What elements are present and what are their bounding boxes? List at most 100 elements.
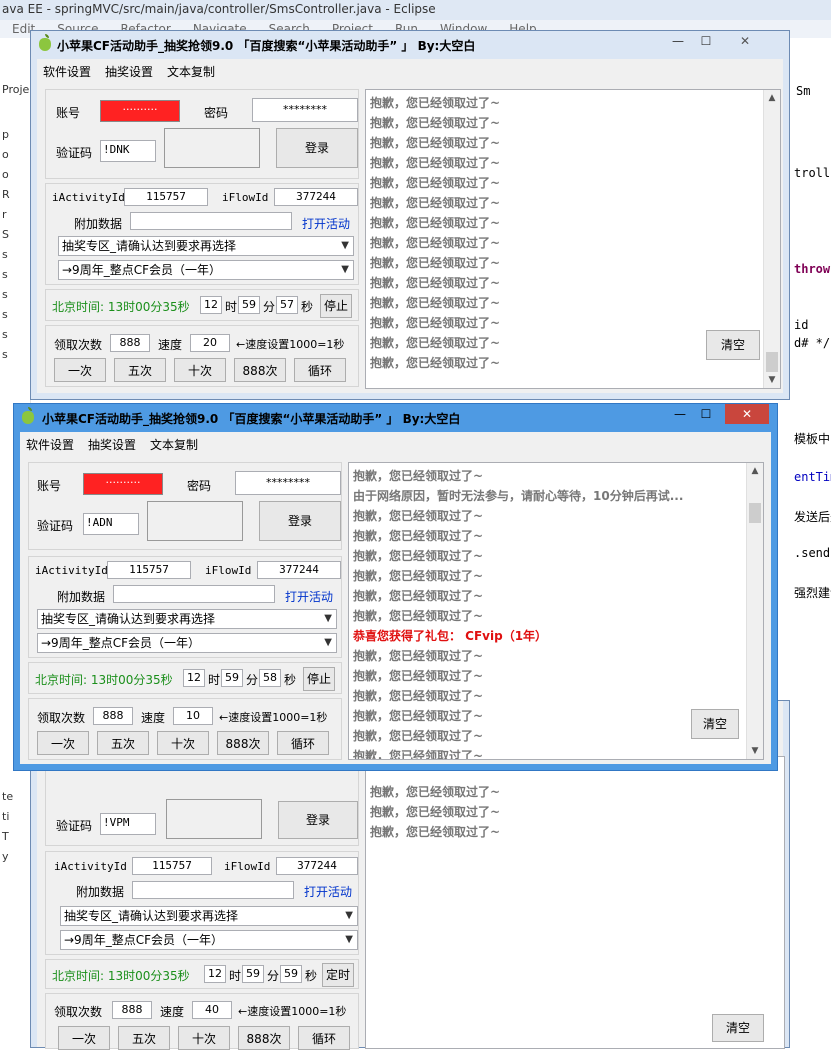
tree-item[interactable]: s: [2, 328, 8, 341]
timer-hour-input[interactable]: 12: [200, 296, 222, 314]
menu-lottery-settings[interactable]: 抽奖设置: [105, 63, 153, 80]
clear-button[interactable]: 清空: [712, 1014, 764, 1042]
tree-item[interactable]: R: [2, 188, 10, 201]
once-button[interactable]: 一次: [58, 1026, 110, 1050]
tree-item[interactable]: te: [2, 790, 13, 803]
speed-input[interactable]: 40: [192, 1001, 232, 1019]
clear-button[interactable]: 清空: [706, 330, 760, 360]
extra-data-input[interactable]: [130, 212, 292, 230]
prize-select[interactable]: →9周年_整点CF会员（一年） ▼: [58, 260, 354, 280]
extra-data-input[interactable]: [132, 881, 294, 899]
tree-item[interactable]: y: [2, 850, 9, 863]
tree-item[interactable]: S: [2, 228, 9, 241]
activity-id-input[interactable]: 115757: [132, 857, 212, 875]
minimize-button[interactable]: —: [665, 31, 691, 51]
once-button[interactable]: 一次: [37, 731, 89, 755]
activity-id-input[interactable]: 115757: [124, 188, 208, 206]
password-input[interactable]: ********: [252, 98, 358, 122]
login-button[interactable]: 登录: [259, 501, 341, 541]
area-select[interactable]: 抽奖专区_请确认达到要求再选择 ▼: [37, 609, 337, 629]
888-times-button[interactable]: 888次: [238, 1026, 290, 1050]
timer-hour-input[interactable]: 12: [204, 965, 226, 983]
close-button[interactable]: ✕: [725, 404, 769, 424]
captcha-input[interactable]: !DNK: [100, 140, 156, 162]
scroll-thumb[interactable]: [766, 352, 778, 372]
prize-select[interactable]: →9周年_整点CF会员（一年） ▼: [60, 930, 358, 950]
password-input[interactable]: ********: [235, 471, 341, 495]
maximize-button[interactable]: ☐: [693, 404, 719, 424]
timer-minute-input[interactable]: 59: [221, 669, 243, 687]
tree-item[interactable]: s: [2, 288, 8, 301]
scroll-down-icon[interactable]: ▼: [747, 743, 763, 759]
flow-id-input[interactable]: 377244: [257, 561, 341, 579]
menu-lottery-settings[interactable]: 抽奖设置: [88, 436, 136, 453]
menu-copy-text[interactable]: 文本复制: [167, 63, 215, 80]
menu-software-settings[interactable]: 软件设置: [26, 436, 74, 453]
message-log[interactable]: 抱歉，您已经领取过了~ 由于网络原因，暂时无法参与，请耐心等待，10分钟后再试.…: [348, 462, 764, 760]
tree-item[interactable]: T: [2, 830, 9, 843]
timer-minute-input[interactable]: 59: [242, 965, 264, 983]
maximize-button[interactable]: ☐: [693, 31, 719, 51]
tree-item[interactable]: p: [2, 128, 9, 141]
account-input[interactable]: ··········: [83, 473, 163, 495]
close-button[interactable]: ✕: [723, 31, 767, 51]
count-input[interactable]: 888: [112, 1001, 152, 1019]
menu-software-settings[interactable]: 软件设置: [43, 63, 91, 80]
stop-button[interactable]: 停止: [320, 294, 352, 318]
speed-input[interactable]: 20: [190, 334, 230, 352]
area-select[interactable]: 抽奖专区_请确认达到要求再选择 ▼: [60, 906, 358, 926]
clear-button[interactable]: 清空: [691, 709, 739, 739]
prize-select[interactable]: →9周年_整点CF会员（一年） ▼: [37, 633, 337, 653]
scroll-thumb[interactable]: [749, 503, 761, 523]
count-input[interactable]: 888: [110, 334, 150, 352]
captcha-input[interactable]: !ADN: [83, 513, 139, 535]
timer-second-input[interactable]: 58: [259, 669, 281, 687]
tree-item[interactable]: ti: [2, 810, 9, 823]
loop-button[interactable]: 循环: [294, 358, 346, 382]
editor-tab[interactable]: Sm: [796, 84, 810, 98]
count-input[interactable]: 888: [93, 707, 133, 725]
five-times-button[interactable]: 五次: [118, 1026, 170, 1050]
log-scrollbar[interactable]: ▲ ▼: [746, 463, 763, 759]
timer-hour-input[interactable]: 12: [183, 669, 205, 687]
project-explorer-tab[interactable]: Proje: [2, 83, 29, 96]
tree-item[interactable]: s: [2, 348, 8, 361]
login-button[interactable]: 登录: [278, 801, 358, 839]
tree-item[interactable]: s: [2, 248, 8, 261]
888-times-button[interactable]: 888次: [234, 358, 286, 382]
888-times-button[interactable]: 888次: [217, 731, 269, 755]
timer-minute-input[interactable]: 59: [238, 296, 260, 314]
scroll-up-icon[interactable]: ▲: [764, 90, 780, 106]
stop-button[interactable]: 停止: [303, 667, 335, 691]
scroll-down-icon[interactable]: ▼: [764, 372, 780, 388]
five-times-button[interactable]: 五次: [97, 731, 149, 755]
activity-id-input[interactable]: 115757: [107, 561, 191, 579]
captcha-input[interactable]: !VPM: [100, 813, 156, 835]
open-activity-link[interactable]: 打开活动: [302, 215, 350, 232]
timed-button[interactable]: 定时: [322, 963, 354, 987]
loop-button[interactable]: 循环: [277, 731, 329, 755]
title-bar[interactable]: 小苹果CF活动助手_抽奖抢领9.0 「百度搜索“小苹果活动助手” 」 By:大空…: [14, 404, 777, 432]
ten-times-button[interactable]: 十次: [157, 731, 209, 755]
ten-times-button[interactable]: 十次: [174, 358, 226, 382]
open-activity-link[interactable]: 打开活动: [304, 883, 352, 900]
open-activity-link[interactable]: 打开活动: [285, 588, 333, 605]
loop-button[interactable]: 循环: [298, 1026, 350, 1050]
minimize-button[interactable]: —: [667, 404, 693, 424]
menu-copy-text[interactable]: 文本复制: [150, 436, 198, 453]
title-bar[interactable]: 小苹果CF活动助手_抽奖抢领9.0 「百度搜索“小苹果活动助手” 」 By:大空…: [31, 31, 789, 59]
tree-item[interactable]: s: [2, 308, 8, 321]
area-select[interactable]: 抽奖专区_请确认达到要求再选择 ▼: [58, 236, 354, 256]
flow-id-input[interactable]: 377244: [274, 188, 358, 206]
timer-second-input[interactable]: 59: [280, 965, 302, 983]
speed-input[interactable]: 10: [173, 707, 213, 725]
timer-second-input[interactable]: 57: [276, 296, 298, 314]
ten-times-button[interactable]: 十次: [178, 1026, 230, 1050]
tree-item[interactable]: r: [2, 208, 7, 221]
tree-item[interactable]: o: [2, 148, 9, 161]
account-input[interactable]: ··········: [100, 100, 180, 122]
message-log[interactable]: 抱歉，您已经领取过了~ 抱歉，您已经领取过了~ 抱歉，您已经领取过了~ 抱歉，您…: [365, 89, 781, 389]
scroll-up-icon[interactable]: ▲: [747, 463, 763, 479]
flow-id-input[interactable]: 377244: [276, 857, 358, 875]
once-button[interactable]: 一次: [54, 358, 106, 382]
